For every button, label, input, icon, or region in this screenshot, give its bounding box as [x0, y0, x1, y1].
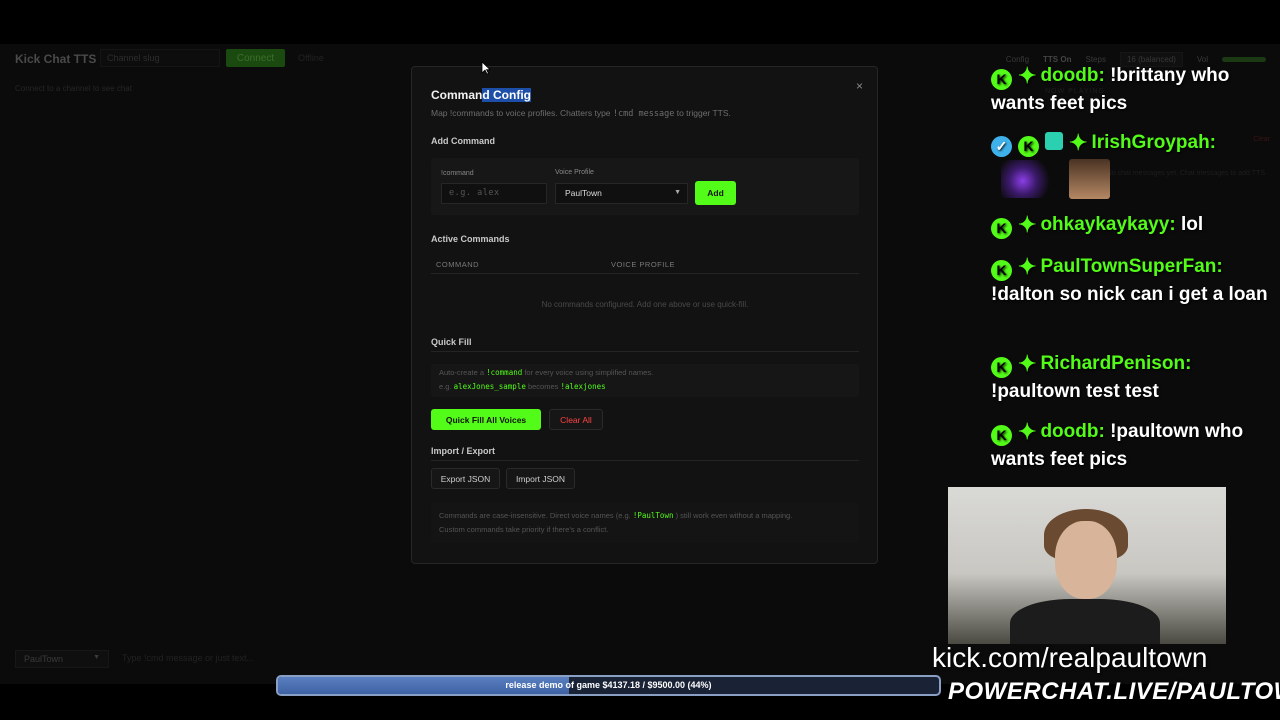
- voice-profile-label: Voice Profile: [555, 169, 594, 176]
- command-config-modal: Command Config × Map !commands to voice …: [411, 66, 878, 564]
- emote-sparkle-icon: [1001, 160, 1063, 198]
- info-note: Commands are case-insensitive. Direct vo…: [431, 502, 859, 543]
- section-divider: [431, 460, 859, 461]
- sub-badge-icon: ✦: [1018, 254, 1037, 279]
- chat-text: lol: [1180, 214, 1204, 235]
- chat-message: K ✦ ohkaykaykayy: lol: [991, 211, 1271, 239]
- message-input[interactable]: Type !cmd message or just text...: [116, 650, 416, 668]
- empty-chat-message: No chat messages yet. Chat messages to a…: [1106, 170, 1265, 177]
- app-title: Kick Chat TTS: [15, 52, 97, 66]
- desc-text: Map !commands to voice profiles. Chatter…: [431, 108, 611, 118]
- title-text: Comman: [431, 88, 483, 102]
- chat-text: !paultown test test: [991, 381, 1159, 402]
- command-label: !command: [441, 170, 474, 177]
- connection-status: Offline: [298, 53, 324, 63]
- kick-badge-icon: K: [1018, 136, 1039, 157]
- chat-message: ✓ K ✦ IrishGroypah:: [991, 129, 1271, 157]
- clear-all-button[interactable]: Clear All: [549, 409, 603, 430]
- chat-message: K ✦ PaulTownSuperFan: !dalton so nick can …: [991, 253, 1271, 309]
- sub-badge-icon: ✦: [1018, 63, 1037, 88]
- qf-text-end: for every voice using simplified names.: [524, 368, 654, 377]
- note-line-1: Commands are case-insensitive. Direct vo…: [439, 511, 792, 520]
- channel-input[interactable]: Channel slug: [100, 49, 220, 67]
- sub-badge-icon: ✦: [1069, 130, 1088, 155]
- powerchat-url: POWERCHAT.LIVE/PAULTOWN: [948, 678, 1280, 705]
- kick-badge-icon: K: [991, 69, 1012, 90]
- kick-badge-icon: K: [991, 260, 1012, 281]
- quick-fill-heading: Quick Fill: [431, 337, 472, 347]
- note-text: Commands are case-insensitive. Direct vo…: [439, 511, 631, 520]
- webcam-feed: [948, 487, 1226, 644]
- note-code: !PaulTown: [632, 511, 674, 520]
- add-command-button[interactable]: Add: [695, 181, 736, 205]
- chevron-down-icon: ▼: [93, 654, 100, 661]
- gift-badge-icon: [1045, 132, 1063, 150]
- note-text-end: ) still work even without a mapping.: [675, 511, 793, 520]
- bottom-voice-value: PaulTown: [24, 654, 64, 664]
- quick-fill-line-2: e.g. alexJones_sample becomes !alexjones: [439, 382, 606, 391]
- webcam-person-face: [1055, 521, 1117, 599]
- connect-button[interactable]: Connect: [226, 49, 285, 67]
- import-export-heading: Import / Export: [431, 446, 496, 456]
- kick-badge-icon: K: [991, 357, 1012, 378]
- sub-badge-icon: ✦: [1018, 351, 1037, 376]
- emote-face-icon: [1069, 159, 1110, 199]
- add-command-heading: Add Command: [431, 136, 495, 146]
- quick-fill-line-1: Auto-create a !command for every voice u…: [439, 368, 653, 377]
- add-command-card: !command Voice Profile e.g. alex PaulTow…: [431, 158, 859, 215]
- bottom-voice-select[interactable]: PaulTown ▼: [15, 650, 109, 668]
- close-icon[interactable]: ×: [856, 79, 863, 93]
- table-divider: [431, 273, 859, 274]
- chat-username: RichardPenison:: [1040, 353, 1192, 374]
- webcam-person-body: [1010, 599, 1160, 644]
- chat-username: ohkaykaykayy:: [1040, 214, 1176, 235]
- qf-eg: e.g.: [439, 382, 452, 391]
- section-divider: [431, 351, 859, 352]
- chevron-down-icon: ▼: [674, 189, 681, 196]
- column-header-voice: VOICE PROFILE: [611, 260, 676, 269]
- kick-badge-icon: K: [991, 218, 1012, 239]
- kick-badge-icon: K: [991, 425, 1012, 446]
- empty-commands-message: No commands configured. Add one above or…: [541, 300, 749, 309]
- qf-example-source: alexJones_sample: [453, 382, 526, 391]
- command-input[interactable]: e.g. alex: [441, 183, 547, 204]
- chat-message: K ✦ doodb: !paultown who wants feet pics: [991, 418, 1271, 474]
- chat-username: doodb:: [1040, 421, 1105, 442]
- chat-message: K ✦ doodb: !brittany who wants feet pics: [991, 62, 1271, 118]
- qf-becomes: becomes: [527, 382, 559, 391]
- goal-text: release demo of game $4137.18 / $9500.00…: [505, 680, 712, 690]
- verified-badge-icon: ✓: [991, 136, 1012, 157]
- voice-profile-value: PaulTown: [565, 188, 602, 198]
- chat-text: !dalton so nick can i get a loan: [991, 284, 1268, 305]
- connect-hint: Connect to a channel to see chat: [15, 84, 132, 93]
- donation-goal-bar: release demo of game $4137.18 / $9500.00…: [276, 675, 941, 696]
- chat-username: PaulTownSuperFan:: [1040, 256, 1223, 277]
- title-selected-text: d Config: [482, 88, 531, 102]
- qf-example-result: !alexjones: [560, 382, 606, 391]
- desc-code: !cmd message: [612, 109, 675, 119]
- chat-username: IrishGroypah:: [1091, 132, 1217, 153]
- modal-title: Command Config: [431, 88, 531, 102]
- qf-code: !command: [486, 368, 523, 377]
- import-json-button[interactable]: Import JSON: [506, 468, 575, 489]
- screen: Kick Chat TTS Channel slug Connect Offli…: [0, 0, 1280, 720]
- modal-description: Map !commands to voice profiles. Chatter…: [431, 108, 731, 119]
- desc-text-end: to trigger TTS.: [676, 108, 731, 118]
- quick-fill-info: Auto-create a !command for every voice u…: [431, 364, 859, 397]
- kick-url: kick.com/realpaultown: [932, 642, 1208, 673]
- export-json-button[interactable]: Export JSON: [431, 468, 500, 489]
- note-line-2: Custom commands take priority if there's…: [439, 525, 609, 534]
- voice-profile-select[interactable]: PaulTown ▼: [555, 183, 688, 204]
- sub-badge-icon: ✦: [1018, 419, 1037, 444]
- chat-message: K ✦ RichardPenison: !paultown test test: [991, 350, 1271, 406]
- active-commands-heading: Active Commands: [431, 234, 510, 244]
- mouse-cursor-icon: [481, 61, 491, 75]
- sub-badge-icon: ✦: [1018, 212, 1037, 237]
- qf-text: Auto-create a: [439, 368, 485, 377]
- chat-username: doodb:: [1040, 65, 1105, 86]
- column-header-command: COMMAND: [436, 260, 480, 269]
- quick-fill-button[interactable]: Quick Fill All Voices: [431, 409, 541, 430]
